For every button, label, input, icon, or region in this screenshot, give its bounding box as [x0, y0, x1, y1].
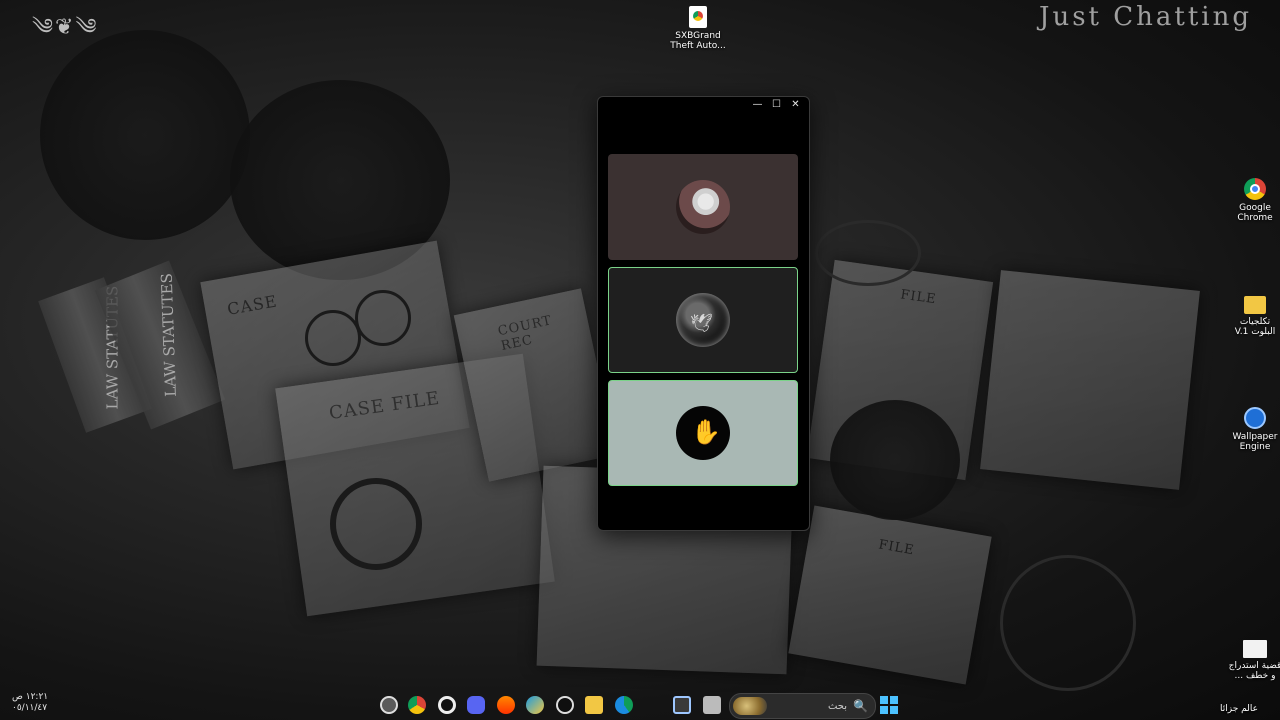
edge-icon[interactable]: [615, 696, 633, 714]
steam-icon[interactable]: [526, 696, 544, 714]
desktop-icon-label: SXBGrand: [675, 31, 721, 41]
document-icon: [1243, 640, 1267, 658]
bottom-right-signature: عالم جزائا: [1220, 704, 1258, 714]
desktop-icon-label: Google: [1239, 203, 1271, 213]
profile-card-1[interactable]: [608, 154, 798, 260]
desktop-icon-label: Engine: [1239, 442, 1271, 452]
desktop-icon-label: Chrome: [1237, 213, 1273, 223]
profile-avatar-man-icon: [676, 180, 730, 234]
clock-time: ١٢:٢١ ص: [12, 692, 49, 702]
profile-avatar-hand-icon: ✋: [676, 406, 730, 460]
desktop-icon-label: Wallpaper: [1232, 432, 1278, 442]
wallpaper-engine-icon: [1244, 407, 1266, 429]
desktop-icon-label: V.1 البلوت: [1234, 327, 1276, 337]
desktop-icon-label: تكلجيات: [1239, 317, 1271, 327]
desktop-icon-label: ... و خطف: [1234, 671, 1276, 681]
wallpaper-ornament: ༄❦༄: [32, 15, 99, 40]
desktop-icon-google-chrome[interactable]: Google Chrome: [1218, 178, 1280, 223]
settings-icon[interactable]: [438, 696, 456, 714]
search-placeholder: بحث: [827, 700, 847, 712]
search-icon: 🔍: [853, 699, 868, 713]
minimize-button[interactable]: —: [748, 97, 767, 111]
glasses-lens: [305, 310, 361, 366]
close-button[interactable]: ✕: [786, 97, 805, 111]
cup-shape: [1000, 555, 1136, 691]
account-picker-window: — ☐ ✕ 🕊 ✋: [597, 96, 810, 531]
hp-icon[interactable]: [556, 696, 574, 714]
profile-card-2[interactable]: 🕊: [608, 267, 798, 373]
obs-icon[interactable]: [380, 696, 398, 714]
clock-date: ٠٥/١١/٤٧: [12, 703, 48, 713]
search-highlight-icon: [733, 697, 767, 715]
chrome-icon: [1244, 178, 1266, 200]
gavel-shape: [830, 400, 960, 520]
taskbar: ١٢:٢١ ص ٠٥/١١/٤٧ بحث 🔍: [0, 690, 1280, 720]
start-button-windows-icon[interactable]: [880, 696, 898, 714]
taskbar-search[interactable]: بحث 🔍: [729, 693, 876, 719]
desktop-icon-folder[interactable]: تكلجيات V.1 البلوت: [1218, 292, 1280, 337]
file-explorer-icon[interactable]: [585, 696, 603, 714]
magnifier-lens: [330, 478, 422, 570]
profile-card-3[interactable]: ✋: [608, 380, 798, 486]
desktop-icon-gta-shortcut[interactable]: SXBGrand Theft Auto...: [661, 6, 735, 51]
discord-icon[interactable]: [467, 696, 485, 714]
glasses-lens: [355, 290, 411, 346]
window-titlebar[interactable]: — ☐ ✕: [598, 97, 809, 111]
desktop-icon-label: قضية استدراج: [1228, 661, 1280, 671]
task-view-icon[interactable]: [703, 696, 721, 714]
folder-icon: [1244, 296, 1266, 314]
scale-pan: [815, 220, 921, 286]
desktop-icon-label: Theft Auto...: [670, 41, 726, 51]
maximize-button[interactable]: ☐: [767, 97, 786, 111]
paper-sheet: FILE: [788, 505, 992, 685]
taskbar-clock[interactable]: ١٢:٢١ ص ٠٥/١١/٤٧: [12, 692, 48, 714]
just-chatting-watermark: Just Chatting: [1039, 2, 1252, 32]
paper-sheet: [980, 270, 1200, 490]
desktop-icon-document[interactable]: قضية استدراج ... و خطف: [1218, 640, 1280, 681]
soundcloud-icon[interactable]: [497, 696, 515, 714]
file-shortcut-icon: [689, 6, 707, 28]
profile-avatar-moon-eagle-icon: 🕊: [676, 293, 730, 347]
desktop-icon-wallpaper-engine[interactable]: Wallpaper Engine: [1218, 407, 1280, 452]
store-icon[interactable]: [673, 696, 691, 714]
chrome-icon[interactable]: [408, 696, 426, 714]
